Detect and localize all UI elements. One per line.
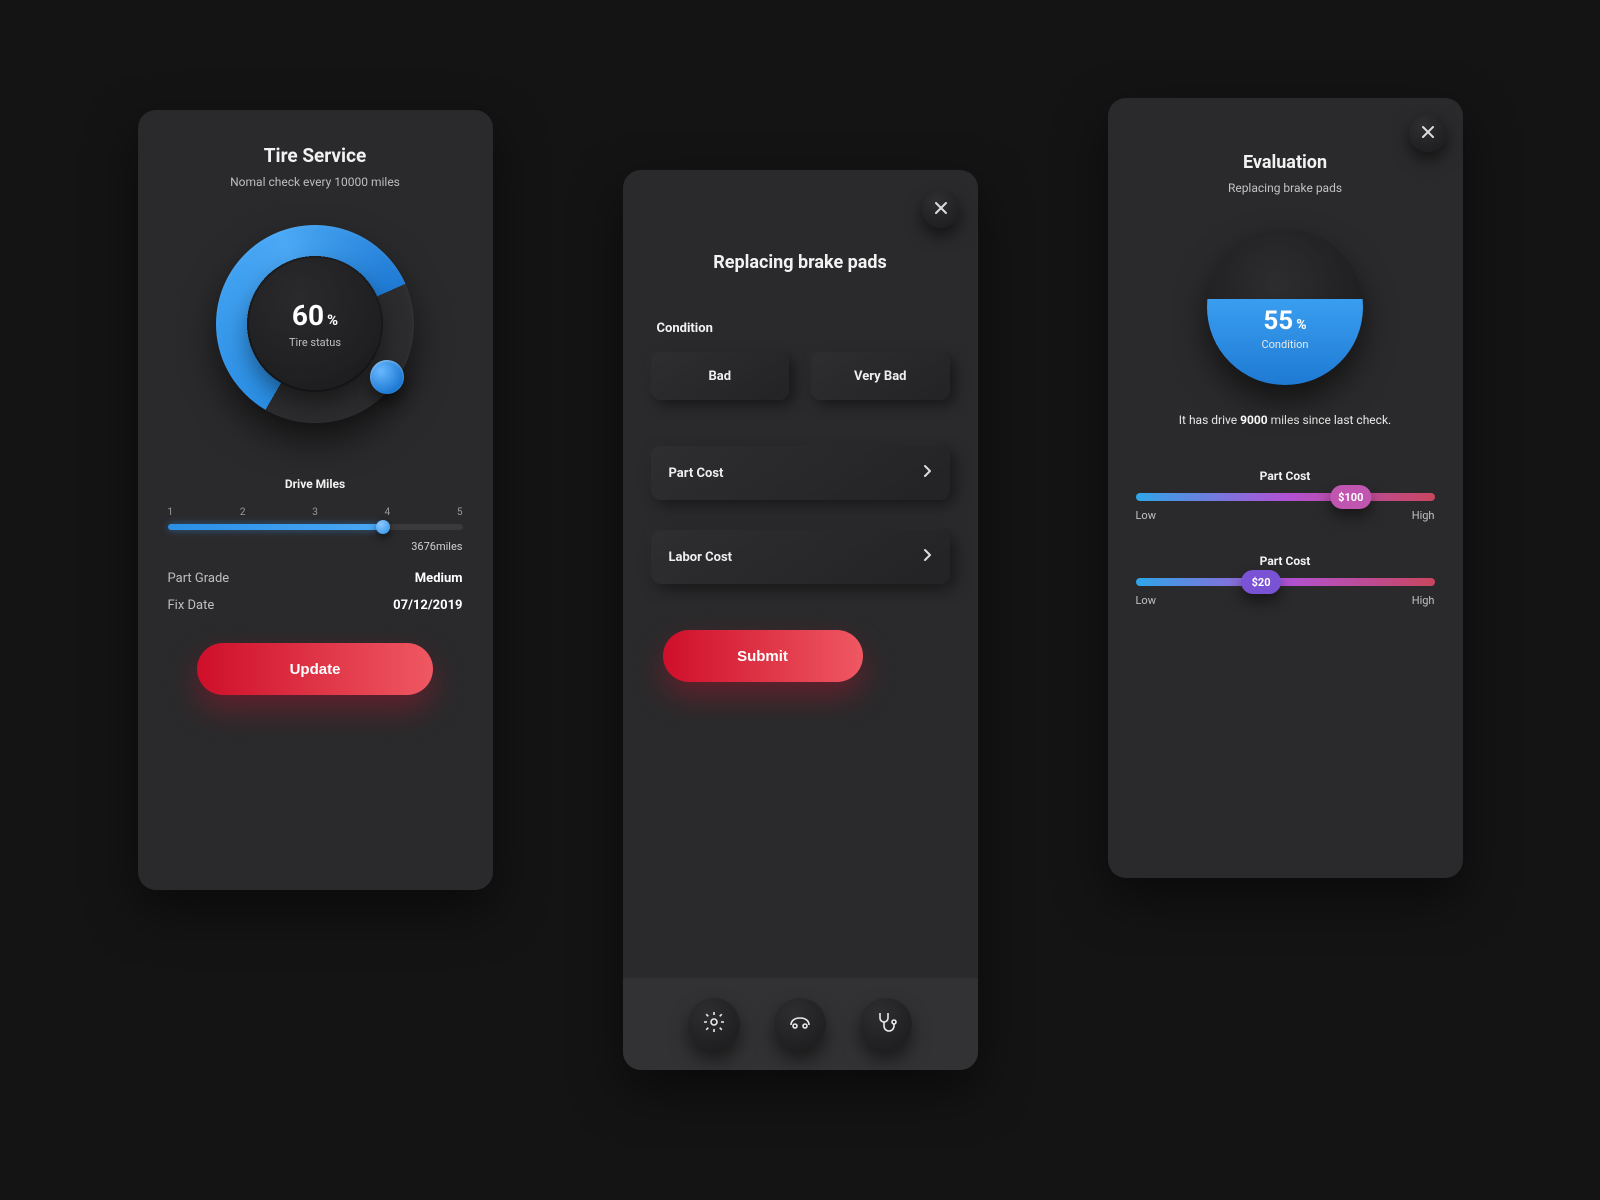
tab-diagnostics[interactable] bbox=[860, 998, 912, 1050]
evaluation-screen: Evaluation Replacing brake pads 55% Cond… bbox=[1108, 98, 1463, 878]
tick: 4 bbox=[385, 507, 391, 518]
fix-date-label: Fix Date bbox=[168, 598, 215, 613]
drive-miles-value: 3676miles bbox=[168, 540, 463, 553]
condition-very-bad-chip[interactable]: Very Bad bbox=[811, 352, 950, 400]
tick: 1 bbox=[168, 507, 174, 518]
gear-icon bbox=[702, 1010, 726, 1038]
gauge-label: Tire status bbox=[289, 336, 341, 349]
tick: 2 bbox=[240, 507, 246, 518]
page-subtitle: Nomal check every 10000 miles bbox=[168, 175, 463, 189]
fix-date-value: 07/12/2019 bbox=[393, 598, 462, 613]
part-cost-a-slider[interactable]: $100 bbox=[1136, 493, 1435, 501]
tick: 5 bbox=[457, 507, 463, 518]
tire-service-screen: Tire Service Nomal check every 10000 mil… bbox=[138, 110, 493, 890]
page-title: Tire Service bbox=[168, 144, 463, 167]
part-cost-a-value[interactable]: $100 bbox=[1330, 485, 1371, 509]
tick: 3 bbox=[312, 507, 318, 518]
page-subtitle: Replacing brake pads bbox=[1108, 181, 1463, 195]
orb-label: Condition bbox=[1261, 338, 1308, 351]
drive-miles-title: Drive Miles bbox=[168, 477, 463, 491]
stethoscope-icon bbox=[874, 1010, 898, 1038]
car-icon bbox=[787, 1009, 813, 1039]
close-icon bbox=[934, 200, 948, 219]
submit-button[interactable]: Submit bbox=[663, 630, 863, 682]
part-cost-button[interactable]: Part Cost bbox=[651, 446, 950, 500]
drive-note: It has drive 9000 miles since last check… bbox=[1108, 413, 1463, 427]
tire-status-gauge: 60% Tire status bbox=[216, 225, 414, 423]
part-cost-a-title: Part Cost bbox=[1136, 469, 1435, 483]
part-cost-b-slider[interactable]: $20 bbox=[1136, 578, 1435, 586]
condition-orb: 55% Condition bbox=[1207, 229, 1363, 385]
gauge-knob[interactable] bbox=[370, 360, 404, 394]
page-title: Replacing brake pads bbox=[623, 170, 978, 273]
close-button[interactable] bbox=[922, 190, 960, 228]
condition-label: Condition bbox=[657, 321, 978, 336]
gauge-value: 60% bbox=[292, 299, 338, 332]
chevron-right-icon bbox=[922, 464, 932, 482]
part-cost-label: Part Cost bbox=[669, 466, 724, 481]
chevron-right-icon bbox=[922, 548, 932, 566]
low-label: Low bbox=[1136, 594, 1156, 607]
labor-cost-label: Labor Cost bbox=[669, 550, 733, 565]
tab-vehicle[interactable] bbox=[774, 998, 826, 1050]
replace-brake-pads-screen: Replacing brake pads Condition Bad Very … bbox=[623, 170, 978, 1070]
orb-value: 55% bbox=[1263, 306, 1306, 336]
update-button[interactable]: Update bbox=[197, 643, 433, 695]
low-label: Low bbox=[1136, 509, 1156, 522]
drive-miles-slider[interactable]: 1 2 3 4 5 bbox=[168, 507, 463, 530]
tab-bar bbox=[623, 978, 978, 1070]
high-label: High bbox=[1412, 594, 1435, 607]
slider-thumb[interactable] bbox=[376, 520, 390, 534]
part-grade-label: Part Grade bbox=[168, 571, 230, 586]
condition-bad-chip[interactable]: Bad bbox=[651, 352, 790, 400]
part-grade-value: Medium bbox=[415, 571, 463, 586]
part-cost-b-value[interactable]: $20 bbox=[1241, 570, 1281, 594]
high-label: High bbox=[1412, 509, 1435, 522]
part-cost-b-title: Part Cost bbox=[1136, 554, 1435, 568]
tab-settings[interactable] bbox=[688, 998, 740, 1050]
close-button[interactable] bbox=[1409, 114, 1447, 152]
labor-cost-button[interactable]: Labor Cost bbox=[651, 530, 950, 584]
close-icon bbox=[1421, 124, 1435, 143]
